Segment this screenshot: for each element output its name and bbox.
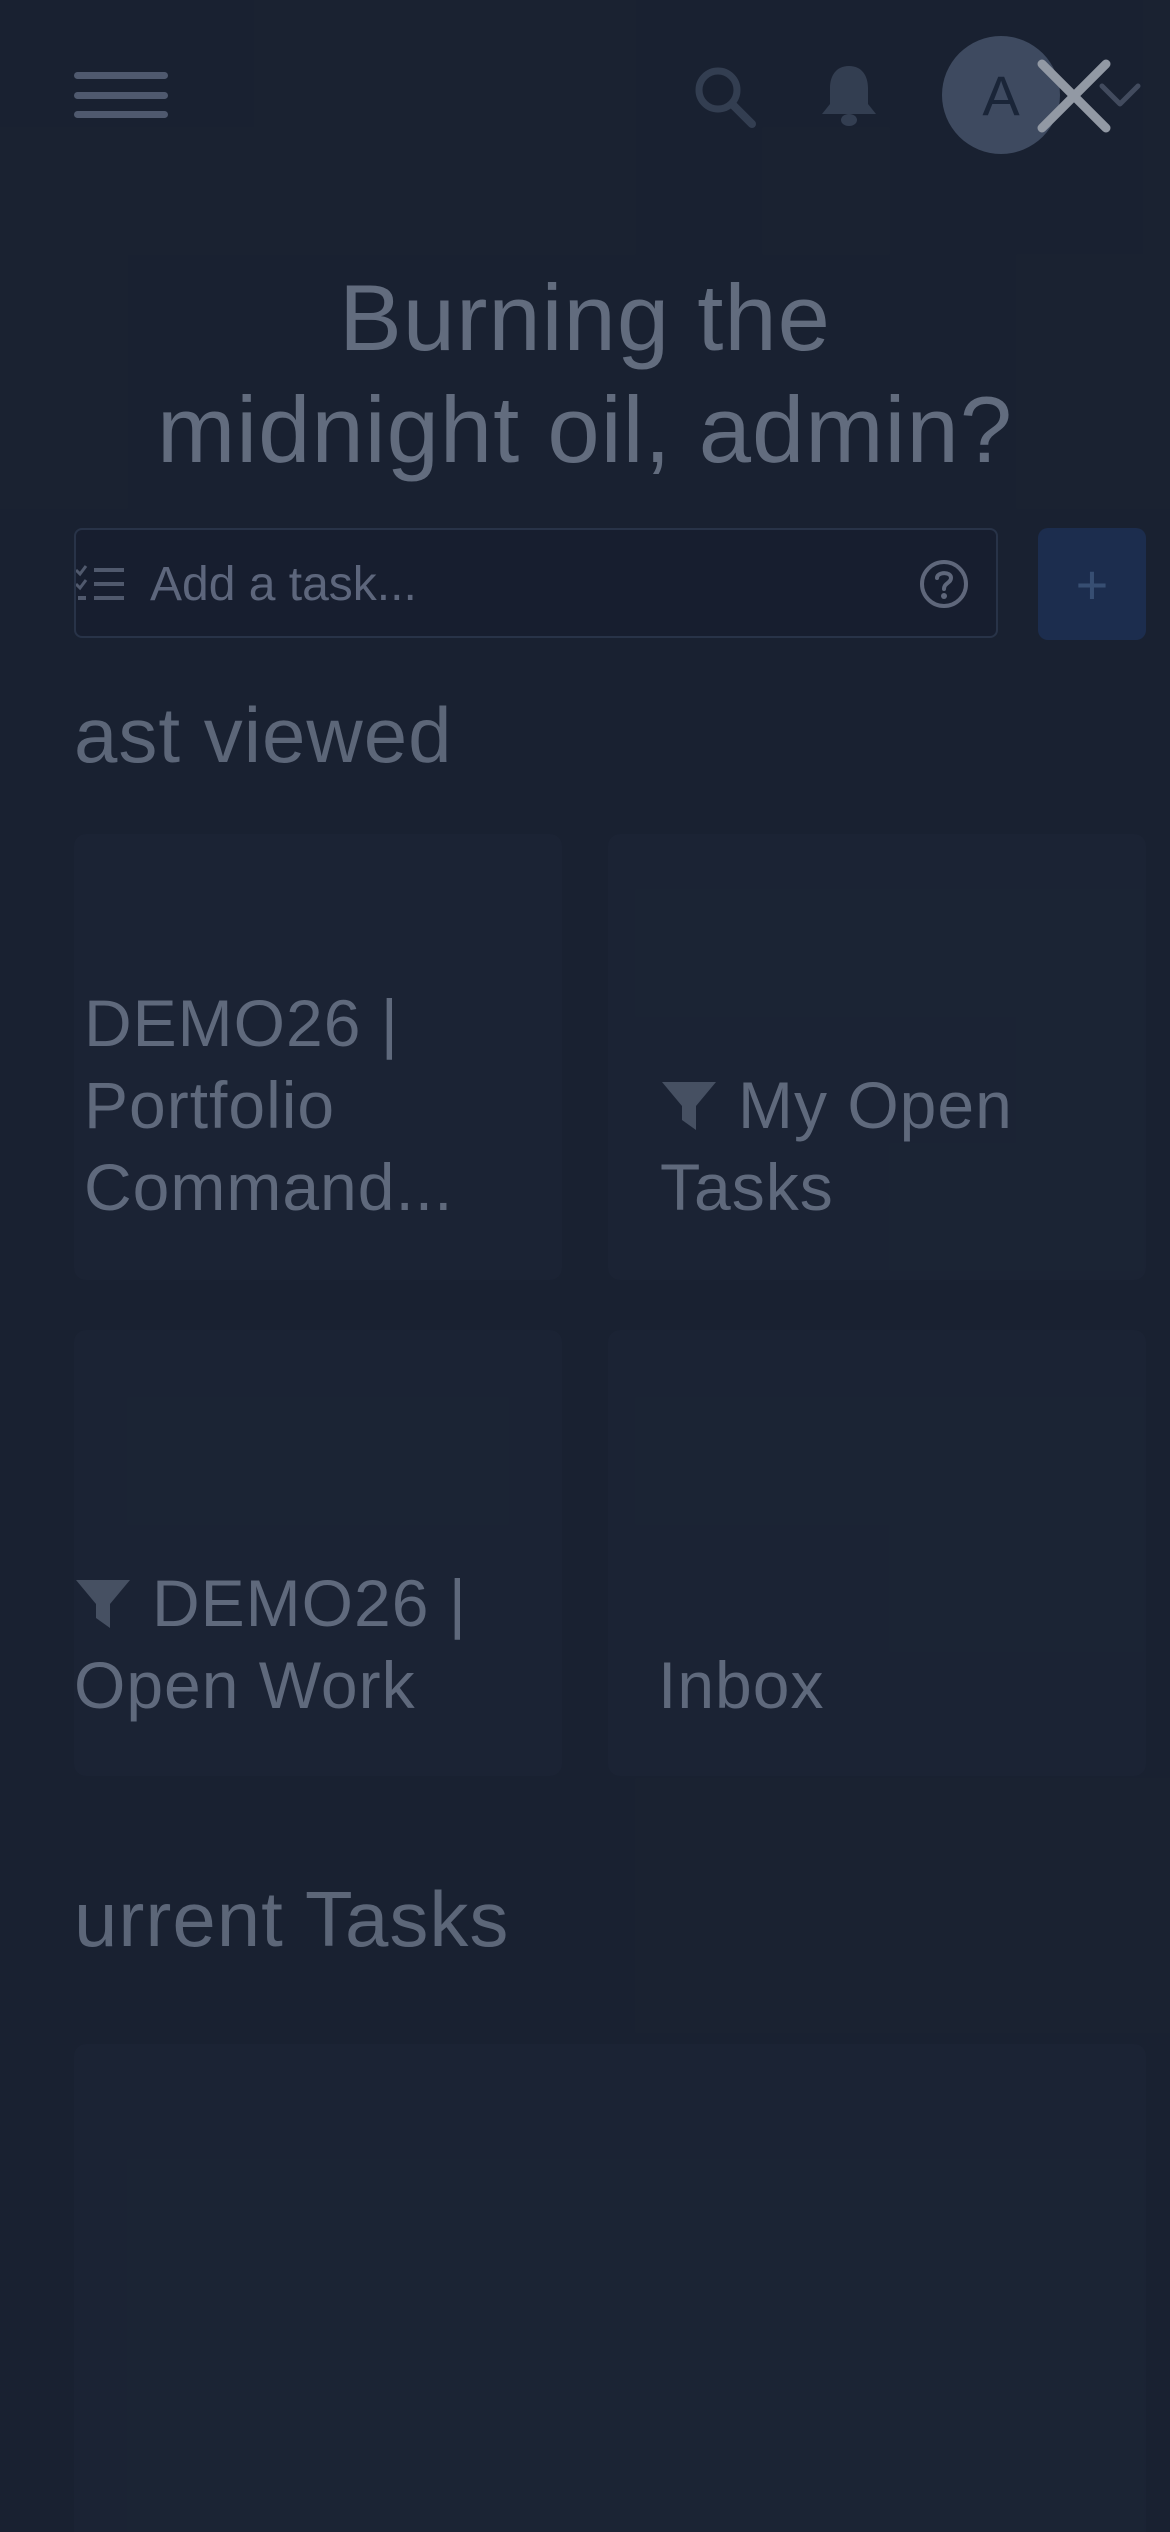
task-list-icon bbox=[76, 565, 124, 600]
add-task-button[interactable]: + bbox=[1038, 528, 1146, 640]
last-viewed-card-open-work[interactable]: DEMO26 | Open Work bbox=[74, 1330, 562, 1776]
card-label-line-2: Portfolio bbox=[84, 1068, 336, 1142]
card-label-line-1: DEMO26 | bbox=[152, 1566, 467, 1640]
add-task-button-label: + bbox=[1075, 552, 1109, 616]
hamburger-menu-icon[interactable] bbox=[74, 72, 168, 118]
last-viewed-card-inbox[interactable]: Inbox bbox=[608, 1330, 1146, 1776]
last-viewed-card-my-open-tasks[interactable]: My Open Tasks bbox=[608, 834, 1146, 1280]
search-icon[interactable] bbox=[692, 64, 758, 130]
help-icon[interactable] bbox=[918, 558, 970, 610]
card-label: Inbox bbox=[658, 1644, 824, 1726]
add-task-input[interactable] bbox=[148, 550, 912, 618]
add-task-field[interactable] bbox=[74, 528, 998, 638]
close-icon[interactable] bbox=[1034, 56, 1114, 136]
current-tasks-title: urrent Tasks bbox=[74, 1875, 510, 1963]
card-label-line-3: Command... bbox=[84, 1150, 454, 1224]
card-label-line-2: Tasks bbox=[660, 1150, 834, 1224]
last-viewed-card-portfolio[interactable]: DEMO26 | Portfolio Command... bbox=[74, 834, 562, 1280]
greeting-line-2: midnight oil, admin? bbox=[157, 377, 1013, 482]
card-label-line-1: DEMO26 | bbox=[84, 986, 399, 1060]
card-label: DEMO26 | Open Work bbox=[74, 1562, 467, 1726]
card-label-line-1: My Open bbox=[738, 1068, 1013, 1142]
greeting-heading: Burning the midnight oil, admin? bbox=[60, 262, 1110, 486]
card-label: My Open Tasks bbox=[660, 1064, 1013, 1228]
bell-icon[interactable] bbox=[818, 62, 880, 128]
avatar-initial: A bbox=[982, 63, 1020, 127]
filter-icon bbox=[76, 1580, 130, 1628]
greeting-line-1: Burning the bbox=[339, 265, 831, 370]
filter-icon bbox=[662, 1082, 716, 1130]
card-label-line-2: Open Work bbox=[74, 1648, 416, 1722]
current-tasks-panel bbox=[74, 2044, 1146, 2532]
card-label: DEMO26 | Portfolio Command... bbox=[84, 982, 453, 1228]
last-viewed-title: ast viewed bbox=[74, 691, 453, 779]
card-label-line-1: Inbox bbox=[658, 1648, 825, 1722]
home-page: A Burning the midnight oil, admin? + bbox=[0, 0, 1170, 2532]
